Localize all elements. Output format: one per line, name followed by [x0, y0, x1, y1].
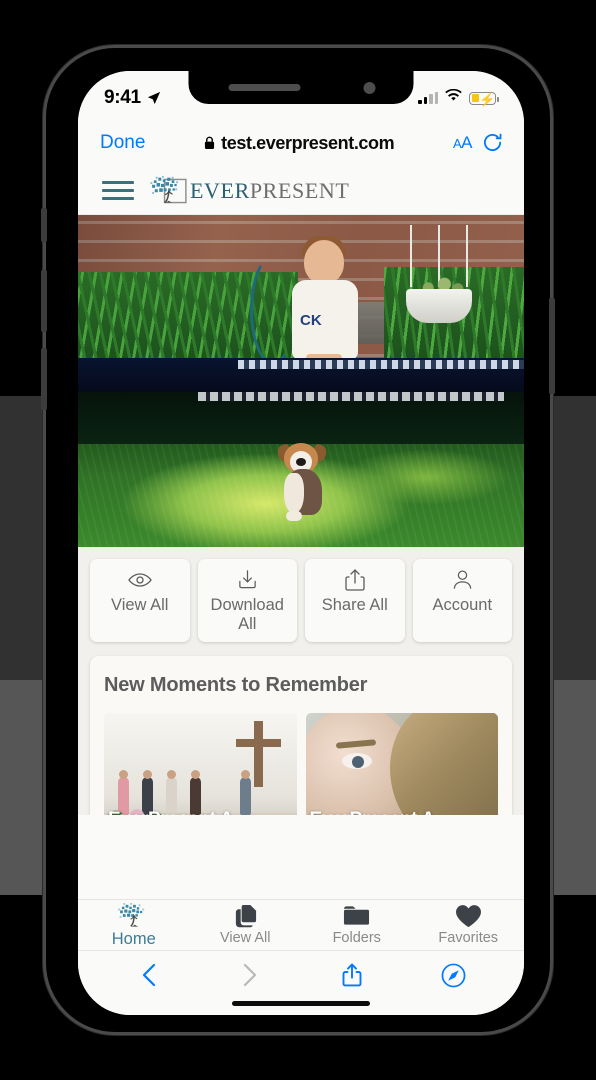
moment-caption-2: EverPresent A... [306, 809, 499, 815]
download-icon [237, 568, 258, 591]
url-display[interactable]: test.everpresent.com [155, 133, 443, 154]
home-indicator[interactable] [232, 1001, 370, 1006]
status-bar-left: 9:41 [104, 87, 161, 109]
new-moments-title: New Moments to Remember [104, 673, 368, 696]
share-all-label: Share All [321, 596, 388, 614]
screen-notch [188, 71, 414, 104]
tab-home[interactable]: Home [78, 903, 190, 949]
reload-icon[interactable] [482, 132, 502, 154]
status-bar-clock: 9:41 [104, 87, 141, 108]
phone-screen: 9:41 ⚡ Done test.everpresent.com AA EVER… [78, 71, 524, 1015]
chevron-right-icon [237, 962, 263, 988]
person-icon [452, 568, 473, 591]
front-camera-icon [363, 82, 376, 94]
hamburger-menu-icon[interactable] [102, 181, 134, 200]
view-all-label: View All [111, 596, 169, 614]
tab-view-all-label: View All [219, 930, 271, 946]
moment-thumbnail-2[interactable]: EverPresent A... [305, 712, 499, 815]
share-all-button[interactable]: Share All [305, 559, 405, 642]
url-text: test.everpresent.com [221, 132, 395, 153]
logo-text-present: PRESENT [249, 177, 350, 203]
earpiece-speaker-icon [228, 84, 301, 91]
cellular-signal-icon [418, 92, 438, 104]
volume-up-button[interactable] [41, 270, 47, 332]
tab-folders[interactable]: Folders [301, 903, 413, 946]
folder-icon [343, 903, 370, 929]
tab-folders-label: Folders [332, 930, 381, 946]
site-header: EVERPRESENT [78, 167, 524, 215]
hero-photo-toddler[interactable]: CK [78, 215, 524, 392]
everpresent-logo[interactable]: EVERPRESENT [150, 175, 349, 207]
share-icon [345, 568, 365, 591]
heart-icon [455, 903, 482, 929]
location-arrow-icon [147, 91, 161, 105]
silent-switch[interactable] [41, 208, 47, 242]
logo-text-ever: EVER [190, 177, 250, 203]
volume-down-button[interactable] [41, 348, 47, 410]
moments-thumbnail-row: EverPresent A... EverPresent A... [104, 712, 499, 815]
moment-thumbnail-1[interactable]: EverPresent A... [104, 712, 297, 815]
compass-icon[interactable] [440, 962, 466, 988]
download-all-button[interactable]: Download All [197, 559, 297, 642]
tab-favorites-label: Favorites [438, 930, 499, 946]
everpresent-tree-logo-icon [150, 175, 188, 207]
dog-figure [270, 443, 332, 521]
power-button[interactable] [549, 298, 555, 394]
quick-actions-row: View All Download All Share All Account [78, 547, 524, 656]
hanging-planter [402, 225, 476, 323]
status-bar-right: ⚡ [418, 88, 500, 107]
wifi-icon [445, 88, 462, 107]
battery-charging-icon: ⚡ [469, 91, 499, 107]
tab-view-all[interactable]: View All [190, 903, 302, 946]
browser-url-bar: Done test.everpresent.com AA [78, 119, 524, 167]
account-label: Account [432, 596, 493, 614]
everpresent-wordmark: EVERPRESENT [190, 178, 349, 204]
tab-favorites[interactable]: Favorites [413, 903, 525, 946]
dark-foreground-band [78, 358, 524, 392]
text-size-button[interactable]: AA [453, 133, 473, 153]
hero-photo-dog[interactable] [78, 392, 524, 547]
page-content: CK View All Download All Share All Accou… [78, 215, 524, 815]
moment-caption-1: EverPresent A... [104, 809, 297, 815]
phone-frame: 9:41 ⚡ Done test.everpresent.com AA EVER… [41, 45, 555, 1035]
eye-icon [127, 568, 152, 591]
lock-icon [204, 136, 215, 150]
done-button[interactable]: Done [100, 132, 145, 154]
download-all-label: Download All [210, 596, 284, 633]
share-icon[interactable] [339, 962, 365, 988]
app-tab-bar: Home View All Folders Favorites [78, 899, 524, 951]
tab-home-label: Home [111, 930, 156, 948]
everpresent-tree-icon [117, 903, 150, 929]
chevron-left-icon[interactable] [136, 962, 162, 988]
new-moments-panel: New Moments to Remember EverPresent A... [90, 655, 512, 815]
distant-fence [198, 392, 504, 401]
documents-icon [233, 903, 258, 929]
account-button[interactable]: Account [412, 559, 512, 642]
view-all-button[interactable]: View All [90, 559, 190, 642]
